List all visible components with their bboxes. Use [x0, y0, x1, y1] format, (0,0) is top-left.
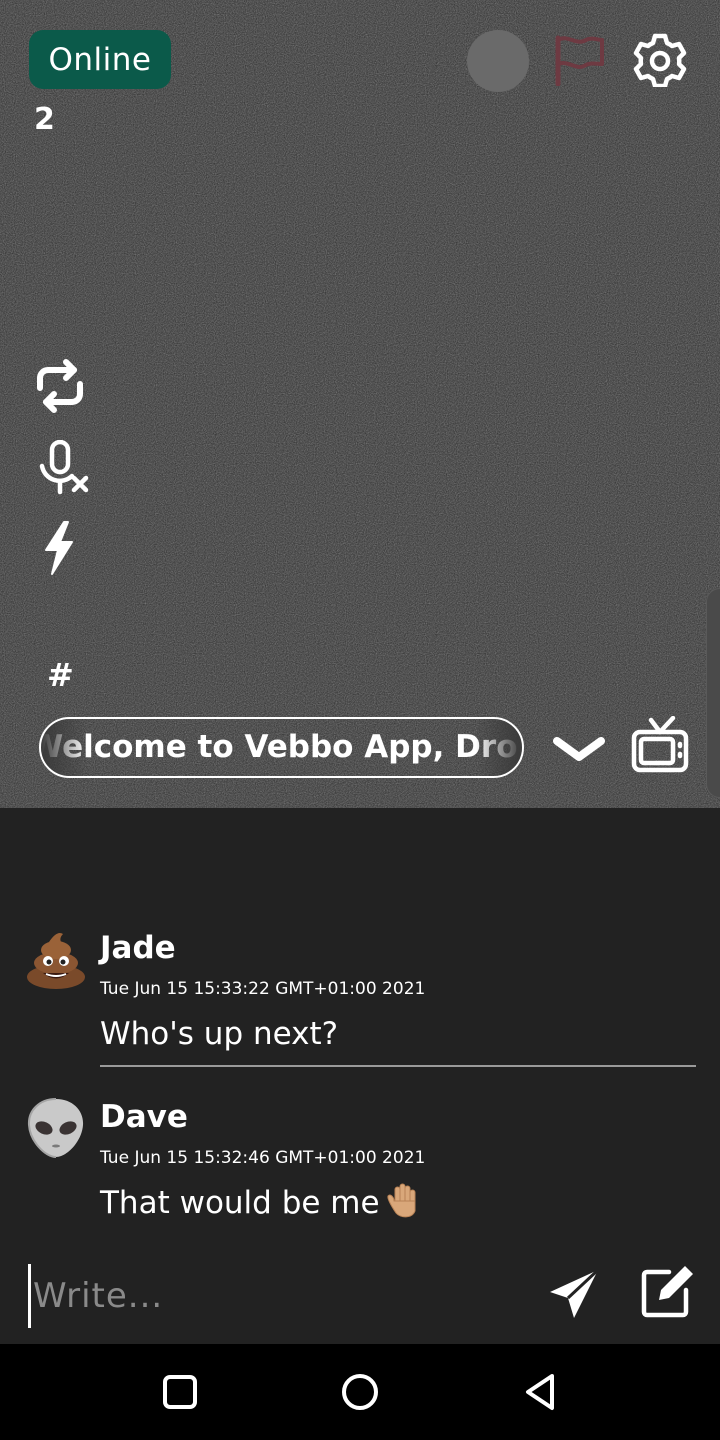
poop-emoji-avatar — [27, 933, 85, 989]
message-divider — [100, 1065, 696, 1067]
record-dot[interactable] — [467, 30, 529, 92]
message-input[interactable] — [28, 1264, 508, 1328]
chevron-down-icon[interactable] — [553, 735, 605, 765]
gear-icon[interactable] — [633, 33, 687, 87]
compose-bar — [0, 1248, 720, 1344]
topic-marquee-text: Welcome to Vebbo App, Drop in and say hi — [39, 729, 522, 765]
marquee-fade-right — [476, 719, 522, 776]
raised-hand-emoji — [386, 1183, 416, 1218]
marquee-fade-left — [41, 719, 87, 776]
video-area: Online 2 # Welcome to Vebbo App, — [0, 0, 720, 808]
chat-area: Jade Tue Jun 15 15:33:22 GMT+01:00 2021 … — [0, 808, 720, 1344]
message-text-line: That would be me — [100, 1181, 420, 1225]
send-icon[interactable] — [548, 1268, 600, 1320]
mic-off-icon[interactable] — [28, 440, 92, 496]
video-noise — [0, 0, 720, 808]
message-author: Jade — [100, 930, 176, 966]
topic-marquee[interactable]: Welcome to Vebbo App, Drop in and say hi — [39, 717, 524, 778]
flash-icon[interactable] — [28, 520, 92, 576]
screen: Online 2 # Welcome to Vebbo App, Jade Tu… — [0, 0, 720, 1440]
message-author: Dave — [100, 1099, 188, 1135]
message-timestamp: Tue Jun 15 15:32:46 GMT+01:00 2021 — [100, 1148, 426, 1168]
compose-icon[interactable] — [641, 1264, 695, 1318]
flag-icon[interactable] — [552, 34, 606, 86]
online-user-count: 2 — [34, 102, 55, 137]
android-nav-bar — [0, 1344, 720, 1440]
tv-icon[interactable] — [631, 716, 689, 774]
channel-hash-label: # — [47, 656, 74, 694]
message-text: Who's up next? — [100, 1016, 339, 1052]
swap-camera-icon[interactable] — [28, 358, 92, 414]
side-drawer-handle[interactable] — [706, 588, 720, 798]
alien-face-avatar — [27, 1098, 84, 1158]
message-timestamp: Tue Jun 15 15:33:22 GMT+01:00 2021 — [100, 979, 426, 999]
online-status-badge[interactable]: Online — [29, 30, 171, 89]
message-text: That would be me — [100, 1185, 380, 1221]
nav-recent-icon[interactable] — [160, 1372, 200, 1412]
nav-back-icon[interactable] — [520, 1372, 560, 1412]
nav-home-icon[interactable] — [340, 1372, 380, 1412]
